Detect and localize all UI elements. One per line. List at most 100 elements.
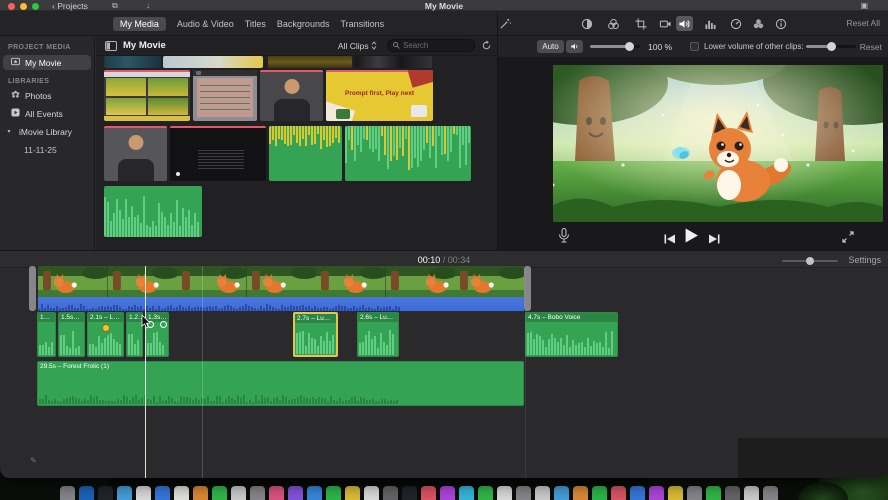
next-frame-button[interactable] [708,231,720,249]
dock-app-icon[interactable] [630,486,645,500]
dock-app-icon[interactable] [174,486,189,500]
sidebar-item-my-movie[interactable]: My Movie [3,55,91,70]
dock-app-icon[interactable] [136,486,151,500]
record-voiceover-icon[interactable] [558,228,570,248]
previous-frame-button[interactable] [664,231,676,249]
dock-app-icon[interactable] [402,486,417,500]
audio-clip[interactable]: 2.6s – Lu… [357,312,399,357]
dock-app-icon[interactable] [706,486,721,500]
dock-app-icon[interactable] [98,486,113,500]
media-clip-thumbnail[interactable] [355,56,432,68]
background-music-clip[interactable]: 29.5s – Forest Frolic (1) [37,361,524,406]
dock-app-icon[interactable] [763,486,778,500]
media-clip-thumbnail-audio[interactable] [345,126,471,181]
search-input[interactable] [403,41,467,50]
audio-clip-selected[interactable]: 2.7s – Lu… [293,312,338,357]
color-balance-icon[interactable] [578,16,595,31]
dock-app-icon[interactable] [421,486,436,500]
left-trim-handle[interactable] [29,266,36,311]
fade-handle[interactable] [160,321,167,328]
audio-clip[interactable]: 4.7s – Bobo Voice [525,312,618,357]
volume-slider[interactable] [590,42,640,51]
lower-volume-checkbox[interactable] [690,42,699,51]
lower-volume-slider-knob[interactable] [827,42,836,51]
dock-app-icon[interactable] [592,486,607,500]
tab-my-media[interactable]: My Media [112,16,166,31]
media-clip-thumbnail-document[interactable] [193,70,257,121]
tab-backgrounds[interactable]: Backgrounds [277,19,330,29]
lower-volume-slider[interactable] [806,42,856,51]
media-clip-thumbnail-slide[interactable]: Prompt first, Play next [326,70,433,121]
tab-titles[interactable]: Titles [245,19,266,29]
speed-icon[interactable] [727,16,744,31]
timeline-settings-button[interactable]: Settings [848,255,881,265]
mute-button[interactable] [566,40,583,53]
extensions-icon[interactable]: ▣ [860,1,868,10]
reset-all-button[interactable]: Reset All [846,18,880,28]
refresh-icon[interactable] [478,38,495,53]
audio-clip[interactable]: 1… [37,312,56,357]
sidebar-item-photos[interactable]: Photos [0,88,94,103]
dock-app-icon[interactable] [573,486,588,500]
auto-volume-button[interactable]: Auto [537,40,564,53]
audio-clip[interactable]: 1.5s… [58,312,85,357]
tab-transitions[interactable]: Transitions [340,19,384,29]
media-clip-thumbnail[interactable] [163,56,263,68]
sidebar-item-library-date[interactable]: 11-11-25 [0,142,94,157]
dock-app-icon[interactable] [288,486,303,500]
dock[interactable] [60,486,778,500]
media-clip-thumbnail[interactable] [104,56,161,68]
dock-app-icon[interactable] [725,486,740,500]
dock-app-icon[interactable] [744,486,759,500]
play-button[interactable] [684,228,699,248]
stabilization-icon[interactable] [657,16,674,31]
noise-reduction-icon[interactable] [702,16,719,31]
dock-app-icon[interactable] [117,486,132,500]
dock-app-icon[interactable] [155,486,170,500]
audio-clip[interactable]: 2.1s – L… [87,312,124,357]
timeline-zoom-knob[interactable] [806,257,814,265]
color-correction-icon[interactable] [605,16,622,31]
dock-app-icon[interactable] [307,486,322,500]
tab-audio-video[interactable]: Audio & Video [177,19,234,29]
search-field[interactable] [387,39,475,52]
media-clip-thumbnail-terminal[interactable] [170,126,266,181]
video-audio-track[interactable] [38,297,524,311]
fullscreen-icon[interactable] [842,230,854,248]
video-filmstrip[interactable] [38,266,524,297]
sidebar-toggle-icon[interactable] [102,38,119,53]
disclosure-chevron-icon[interactable]: ▾ [4,127,14,137]
media-clip-thumbnail-audio[interactable] [104,186,202,237]
media-clip-thumbnail-presenter[interactable] [104,126,167,181]
dock-app-icon[interactable] [554,486,569,500]
media-clip-thumbnail[interactable] [268,56,352,68]
volume-slider-knob[interactable] [625,42,634,51]
dock-app-icon[interactable] [459,486,474,500]
dock-app-icon[interactable] [649,486,664,500]
dock-app-icon[interactable] [231,486,246,500]
media-clip-thumbnail-presenter[interactable] [260,70,323,121]
dock-app-icon[interactable] [383,486,398,500]
dock-app-icon[interactable] [364,486,379,500]
dock-app-icon[interactable] [611,486,626,500]
playhead[interactable] [145,266,146,478]
sidebar-item-imovie-library[interactable]: ▾ iMovie Library [0,124,94,139]
enhance-wand-icon[interactable] [496,16,513,31]
timeline-zoom-slider[interactable] [782,257,838,265]
dock-app-icon[interactable] [212,486,227,500]
dock-app-icon[interactable] [326,486,341,500]
clip-filter-icon[interactable] [750,16,767,31]
dock-app-icon[interactable] [440,486,455,500]
dock-app-icon[interactable] [60,486,75,500]
clip-info-icon[interactable] [772,16,789,31]
media-clip-thumbnail-fox-grid[interactable] [104,70,190,121]
dock-app-icon[interactable] [193,486,208,500]
dock-app-icon[interactable] [79,486,94,500]
video-preview[interactable] [553,65,883,222]
dock-app-icon[interactable] [516,486,531,500]
dock-app-icon[interactable] [668,486,683,500]
reset-button[interactable]: Reset [860,42,882,52]
dock-app-icon[interactable] [478,486,493,500]
dock-app-icon[interactable] [269,486,284,500]
dock-app-icon[interactable] [687,486,702,500]
